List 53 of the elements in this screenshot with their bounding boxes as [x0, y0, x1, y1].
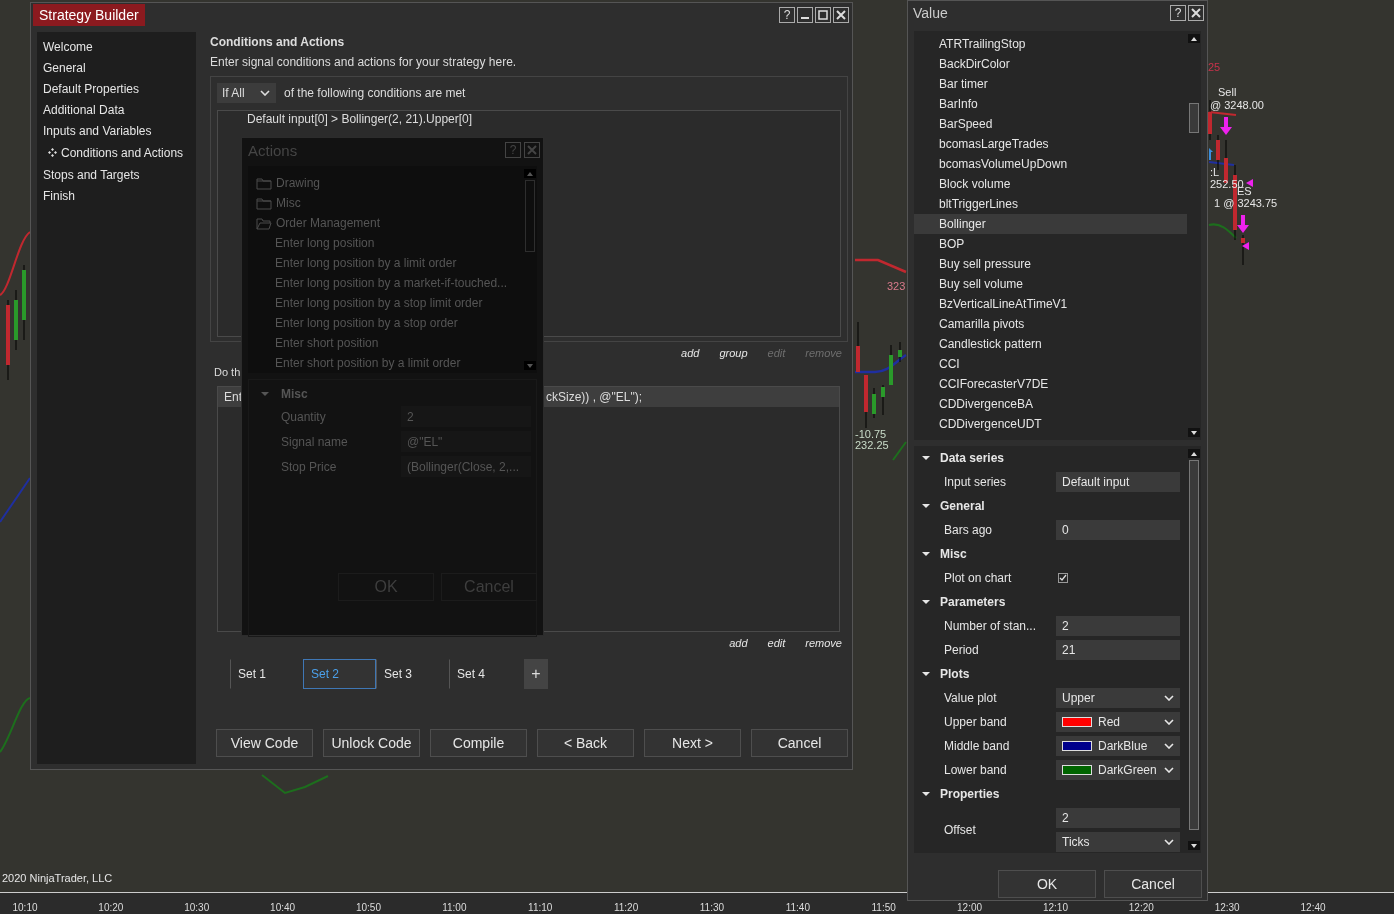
- price-label: Sell: [1218, 87, 1237, 98]
- price-label: ES: [1237, 186, 1252, 197]
- section-heading: Conditions and Actions: [210, 34, 346, 50]
- property-name: Input series: [944, 475, 1008, 489]
- action-text: Ent: [224, 390, 242, 404]
- time-label: 12:30: [1214, 902, 1240, 913]
- time-label: 11:00: [442, 902, 467, 913]
- property-name: Stop Price: [281, 459, 338, 474]
- price-label: -10.75: [855, 429, 887, 440]
- time-label: 10:40: [270, 902, 296, 913]
- category-label: Properties: [940, 787, 1000, 801]
- window-title: Value: [912, 5, 948, 21]
- time-label: 10:20: [98, 902, 124, 913]
- time-label: 11:50: [871, 902, 896, 913]
- property-name: Period: [944, 643, 980, 657]
- time-label: 11:20: [613, 902, 639, 913]
- property-name: Bars ago: [944, 523, 994, 537]
- time-label: 12:20: [1128, 902, 1154, 913]
- property-name: Plot on chart: [944, 571, 1013, 585]
- actions-label: Do th: [214, 365, 241, 380]
- price-label: 232.25: [855, 440, 889, 451]
- property-name: Number of stan...: [944, 619, 1038, 633]
- time-label: 11:30: [699, 902, 725, 913]
- action-text: ckSize)) , @"EL");: [546, 390, 643, 404]
- time-label: 11:40: [785, 902, 810, 913]
- price-label: :L: [1210, 167, 1220, 178]
- property-name: Upper band: [944, 715, 1008, 729]
- time-label: 12:10: [1042, 902, 1068, 913]
- category-label: Data series: [940, 451, 1005, 465]
- price-label: 323: [887, 281, 906, 292]
- property-name: Offset: [944, 823, 977, 837]
- time-label: 10:10: [12, 902, 38, 913]
- category-label: Parameters: [940, 595, 1006, 609]
- time-label: 11:10: [528, 902, 553, 913]
- property-name: Quantity: [281, 409, 327, 424]
- time-label: 12:40: [1300, 902, 1326, 913]
- category-label: Plots: [940, 667, 970, 681]
- time-label: 12:00: [957, 902, 983, 913]
- category-label: General: [940, 499, 985, 513]
- section-description: Enter signal conditions and actions for your strategy here.: [210, 54, 518, 70]
- time-label: 10:30: [184, 902, 210, 913]
- category-label: Misc: [940, 547, 967, 561]
- window-title: Strategy Builder: [33, 4, 145, 26]
- time-label: 10:50: [355, 902, 381, 913]
- property-name: Lower band: [944, 763, 1008, 777]
- property-name: Value plot: [944, 691, 998, 705]
- condition-mode-label: of the following conditions are met: [284, 86, 466, 100]
- price-label: @ 3248.00: [1210, 100, 1264, 111]
- property-name: Middle band: [944, 739, 1011, 753]
- copyright-text: 2020 NinjaTrader, LLC: [2, 872, 113, 884]
- price-label: 25: [1208, 62, 1221, 73]
- property-name: Signal name: [281, 434, 349, 449]
- category-label: Misc: [281, 387, 308, 401]
